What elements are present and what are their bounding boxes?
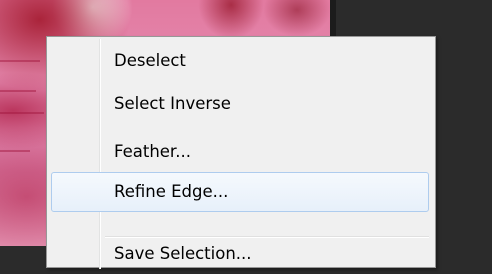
menu-item-deselect[interactable]: Deselect <box>51 41 429 81</box>
menu-item-label: Feather... <box>114 142 191 161</box>
canvas-detail <box>0 150 30 152</box>
canvas-detail <box>0 60 40 62</box>
menu-item-save-selection[interactable]: Save Selection... <box>51 234 429 274</box>
menu-item-label: Deselect <box>114 51 186 70</box>
selection-context-menu: Deselect Select Inverse Feather... Refin… <box>46 36 436 269</box>
menu-item-label: Select Inverse <box>114 94 231 113</box>
menu-item-refine-edge[interactable]: Refine Edge... <box>51 172 429 212</box>
menu-item-feather[interactable]: Feather... <box>51 132 429 172</box>
canvas-detail <box>0 90 36 92</box>
menu-item-select-inverse[interactable]: Select Inverse <box>51 84 429 124</box>
menu-item-label: Refine Edge... <box>114 182 229 201</box>
menu-item-label: Save Selection... <box>114 244 252 263</box>
canvas-detail <box>0 112 44 114</box>
